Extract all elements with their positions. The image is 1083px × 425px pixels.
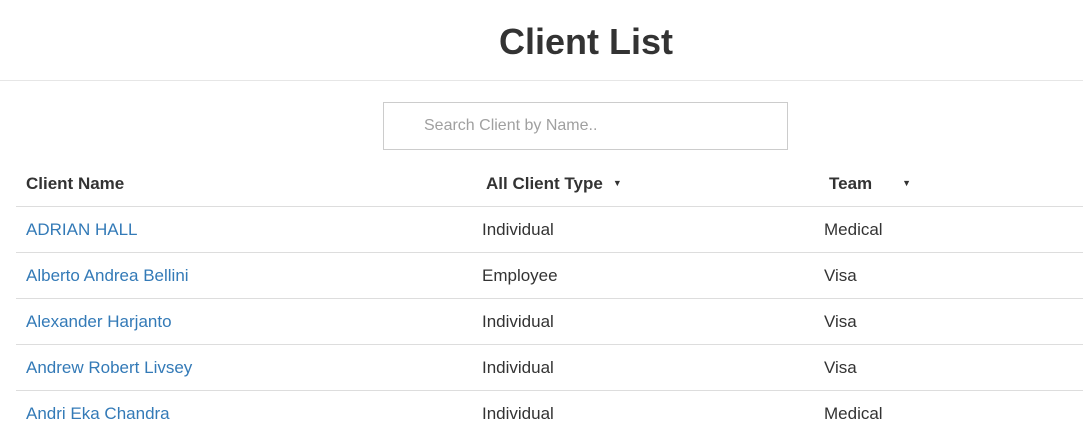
client-type-cell: Employee <box>482 266 558 285</box>
client-list-page: Client List Client Name All Client Type ▼… <box>0 0 1083 425</box>
column-header-label: Client Name <box>26 174 125 193</box>
table-row: Andri Eka Chandra Individual Medical <box>16 391 1083 425</box>
client-name-link[interactable]: Alexander Harjanto <box>26 312 172 331</box>
table-body: ADRIAN HALL Individual Medical Alberto A… <box>16 207 1083 425</box>
column-header-client-name: Client Name <box>26 160 124 207</box>
caret-down-icon: ▼ <box>612 178 622 189</box>
search-input[interactable] <box>384 103 787 149</box>
client-table: Client Name All Client Type ▼ Team ▼ ADRIA… <box>16 160 1083 425</box>
caret-down-icon: ▼ <box>902 178 912 189</box>
column-header-label: Team <box>829 174 873 193</box>
table-header: Client Name All Client Type ▼ Team ▼ <box>16 160 1083 207</box>
team-cell: Medical <box>824 220 883 239</box>
client-type-cell: Individual <box>482 312 554 331</box>
client-name-link[interactable]: Andrew Robert Livsey <box>26 358 192 377</box>
team-cell: Visa <box>824 358 857 377</box>
client-name-link[interactable]: Andri Eka Chandra <box>26 404 170 423</box>
client-type-cell: Individual <box>482 404 554 423</box>
table-row: Alexander Harjanto Individual Visa <box>16 299 1083 345</box>
table-row: Andrew Robert Livsey Individual Visa <box>16 345 1083 391</box>
team-cell: Visa <box>824 312 857 331</box>
client-type-cell: Individual <box>482 220 554 239</box>
client-name-link[interactable]: ADRIAN HALL <box>26 220 137 239</box>
page-header: Client List <box>0 0 1083 81</box>
page-title: Client List <box>498 21 673 62</box>
search-box <box>383 102 788 150</box>
table-row: ADRIAN HALL Individual Medical <box>16 207 1083 253</box>
client-type-filter[interactable]: All Client Type ▼ <box>486 160 622 207</box>
team-filter[interactable]: Team ▼ <box>829 160 911 207</box>
column-header-label: All Client Type <box>486 174 603 193</box>
client-type-cell: Individual <box>482 358 554 377</box>
table-row: Alberto Andrea Bellini Employee Visa <box>16 253 1083 299</box>
team-cell: Medical <box>824 404 883 423</box>
team-cell: Visa <box>824 266 857 285</box>
client-name-link[interactable]: Alberto Andrea Bellini <box>26 266 189 285</box>
